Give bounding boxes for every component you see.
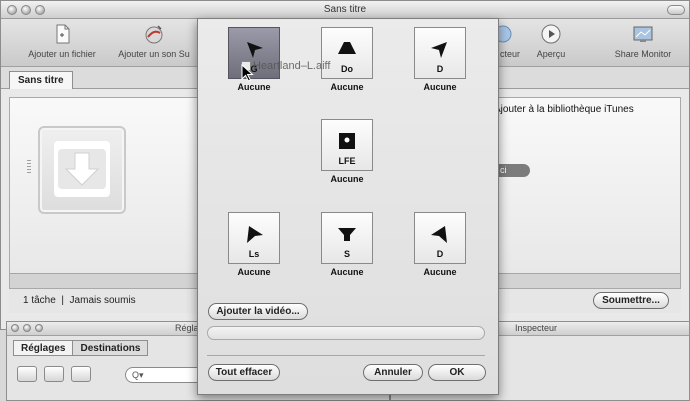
- add-audio-label: Ajouter un son Su: [118, 49, 190, 59]
- channel-right-letters: D: [436, 64, 444, 74]
- share-monitor-label: Share Monitor: [614, 49, 672, 59]
- settings-close-button[interactable]: [11, 324, 19, 332]
- tab-destinations[interactable]: Destinations: [72, 340, 149, 356]
- preview-label: Aperçu: [536, 49, 566, 59]
- channel-s-status: Aucune: [330, 267, 364, 277]
- settings-window-title: Régla: [175, 323, 199, 333]
- dragged-file-name: Heartland–L.aiff: [253, 60, 331, 72]
- speaker-right-icon: [431, 42, 447, 58]
- settings-minimize-button[interactable]: [23, 324, 31, 332]
- window-title: Sans titre: [323, 4, 367, 15]
- channel-right[interactable]: D Aucune: [412, 27, 468, 92]
- speaker-center-icon: [338, 42, 356, 54]
- share-monitor-button[interactable]: Share Monitor: [605, 23, 681, 59]
- speaker-right-surround-icon: [431, 226, 447, 243]
- task-count: 1 tâche: [23, 295, 56, 306]
- monitor-icon: [633, 26, 653, 42]
- speaker-left-icon: [247, 42, 263, 58]
- channel-right-surround[interactable]: D Aucune: [412, 212, 468, 277]
- channel-lfe-letters: LFE: [338, 156, 356, 166]
- channel-ls-letters: Ls: [248, 249, 260, 259]
- toolbar-toggle-button[interactable]: [667, 5, 685, 15]
- download-arrow-icon: [58, 149, 106, 189]
- add-audio-button[interactable]: Ajouter un son Su: [111, 23, 197, 59]
- status-text: 1 tâche | Jamais soumis: [23, 295, 136, 306]
- channel-surround[interactable]: S Aucune: [319, 212, 375, 277]
- drag-handle[interactable]: [27, 160, 31, 174]
- subwoofer-icon: [339, 133, 355, 149]
- sheet-divider: [207, 355, 485, 356]
- cancel-button[interactable]: Annuler: [363, 364, 423, 381]
- status-separator: |: [61, 295, 64, 306]
- channel-right-status: Aucune: [423, 82, 457, 92]
- speaker-surround-icon: [338, 228, 356, 241]
- new-folder-button[interactable]: [17, 366, 37, 382]
- clear-all-button[interactable]: Tout effacer: [208, 364, 280, 381]
- channel-ls-status: Aucune: [237, 267, 271, 277]
- progress-bar: [207, 326, 485, 340]
- audio-add-icon: [145, 25, 163, 44]
- channel-rs-letters: D: [436, 249, 444, 259]
- new-setting-button[interactable]: [43, 366, 64, 382]
- speaker-left-surround-icon: [247, 226, 263, 243]
- channel-lfe[interactable]: LFE Aucune: [319, 119, 375, 184]
- add-file-label: Ajouter un fichier: [28, 49, 96, 59]
- submit-button[interactable]: Soumettre...: [593, 292, 669, 309]
- settings-tools: [17, 366, 95, 382]
- mouse-cursor-icon: [241, 64, 254, 82]
- duplicate-button[interactable]: [70, 366, 91, 382]
- source-drop-well[interactable]: [38, 126, 126, 214]
- viewer-icon: [499, 25, 512, 43]
- preview-button[interactable]: Aperçu: [531, 23, 571, 59]
- document-add-icon: [56, 24, 70, 44]
- inspector-title: Inspecteur: [515, 323, 558, 333]
- submit-status: Jamais soumis: [69, 295, 136, 306]
- add-video-button[interactable]: Ajouter la vidéo...: [208, 303, 308, 320]
- viewer-label: cteur: [499, 49, 520, 59]
- tab-reglages[interactable]: Réglages: [13, 340, 74, 356]
- title-bar: Sans titre: [1, 1, 689, 19]
- channel-rs-status: Aucune: [423, 267, 457, 277]
- channel-left-surround[interactable]: Ls Aucune: [226, 212, 282, 277]
- ok-button[interactable]: OK: [428, 364, 486, 381]
- add-to-itunes-label: Ajouter à la bibliothèque iTunes: [494, 104, 634, 115]
- settings-zoom-button[interactable]: [35, 324, 43, 332]
- play-icon: [541, 24, 561, 44]
- add-file-button[interactable]: Ajouter un fichier: [19, 23, 105, 59]
- channel-left-status: Aucune: [237, 82, 271, 92]
- channel-center-status: Aucune: [330, 82, 364, 92]
- tab-sans-titre[interactable]: Sans titre: [9, 71, 73, 89]
- settings-tabs: Réglages Destinations: [13, 340, 149, 358]
- channel-lfe-status: Aucune: [330, 174, 364, 184]
- channel-s-letters: S: [343, 249, 350, 259]
